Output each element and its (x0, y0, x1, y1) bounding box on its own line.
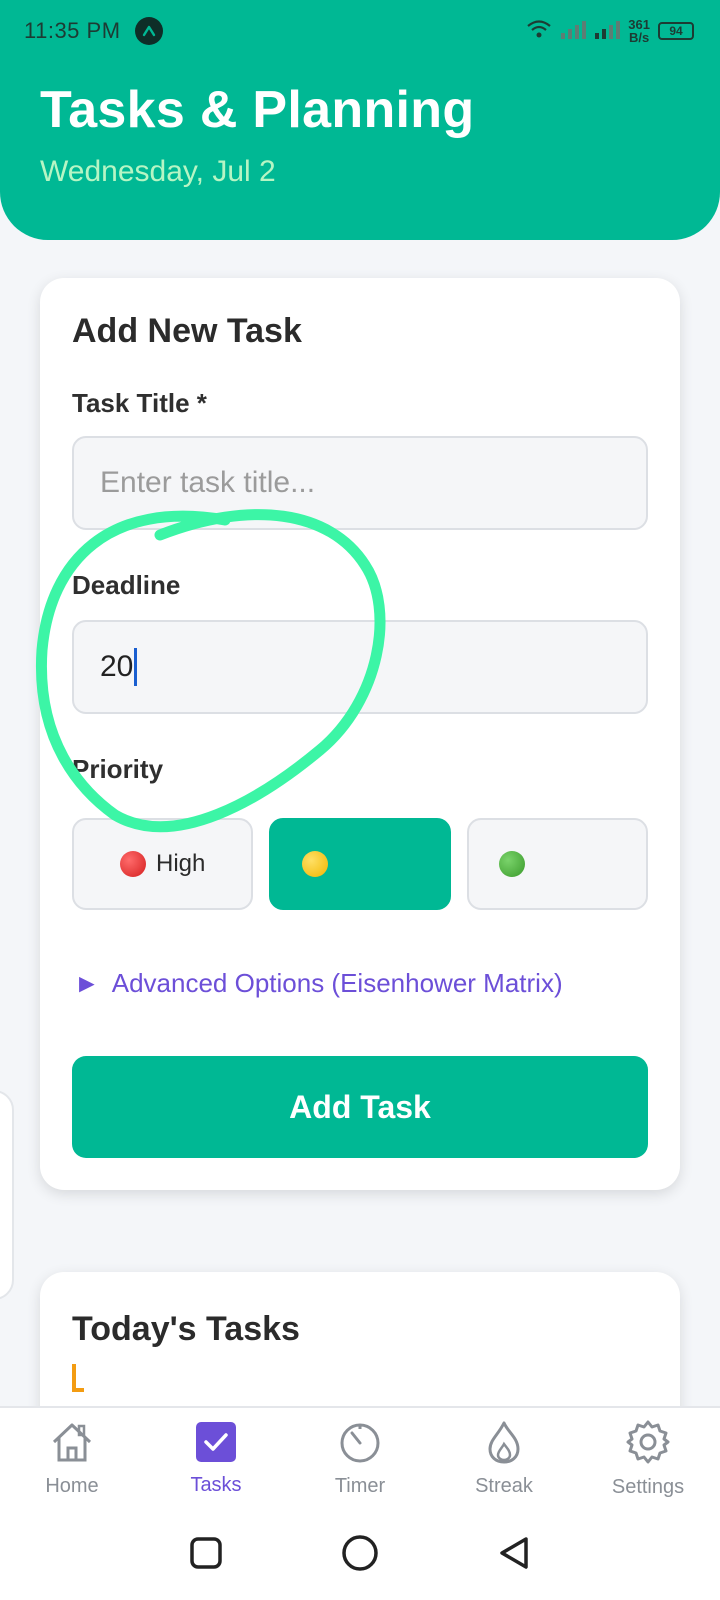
nav-tasks[interactable]: Tasks (144, 1408, 288, 1510)
nav-home-label: Home (45, 1475, 99, 1497)
home-icon (49, 1420, 95, 1469)
recent-apps-button[interactable] (189, 1536, 223, 1575)
task-loading-indicator (72, 1364, 84, 1404)
system-navigation-bar (0, 1510, 720, 1600)
checkbox-icon (195, 1421, 237, 1468)
home-button[interactable] (341, 1534, 379, 1577)
nav-settings-label: Settings (611, 1476, 685, 1498)
nav-timer-label: Timer (334, 1475, 386, 1497)
bottom-navigation: Home Tasks Timer Streak Settings (0, 1406, 720, 1510)
gear-icon (625, 1419, 671, 1470)
timer-icon (338, 1420, 382, 1469)
nav-tasks-label: Tasks (190, 1474, 242, 1496)
flame-icon (484, 1420, 524, 1469)
nav-home[interactable]: Home (0, 1408, 144, 1510)
nav-timer[interactable]: Timer (288, 1408, 432, 1510)
nav-streak[interactable]: Streak (432, 1408, 576, 1510)
nav-streak-label: Streak (475, 1475, 533, 1497)
todays-tasks-heading: Today's Tasks (72, 1310, 300, 1348)
nav-settings[interactable]: Settings (576, 1408, 720, 1510)
back-button[interactable] (497, 1535, 531, 1576)
